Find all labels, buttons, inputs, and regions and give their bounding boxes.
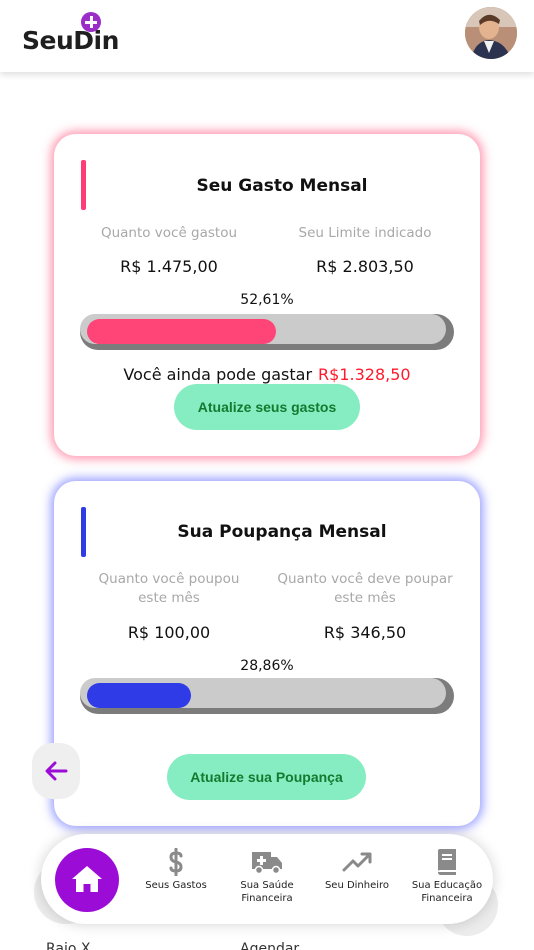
saved-label: Quanto você poupou este mês <box>98 571 240 606</box>
update-savings-button[interactable]: Atualize sua Poupança <box>167 754 366 800</box>
background-item-label: Raio X <box>46 941 91 950</box>
savings-progress-bar <box>80 678 454 714</box>
top-header: SeuDin <box>0 0 534 72</box>
nav-label: Seu Dinheiro <box>324 880 390 891</box>
nav-item-educacao-financeira[interactable]: Sua Educação Financeira <box>401 848 493 905</box>
remaining-text: Você ainda pode gastar R$1.328,50 <box>54 365 480 384</box>
savings-percent: 28,86% <box>240 658 294 674</box>
dollar-icon <box>169 848 183 876</box>
nav-item-seu-dinheiro[interactable]: Seu Dinheiro <box>311 848 403 893</box>
nav-label: Sua Educação Financeira <box>411 880 483 904</box>
nav-label: Seus Gastos <box>145 880 207 891</box>
trend-up-icon <box>342 852 372 872</box>
plus-icon <box>81 12 101 32</box>
update-spending-button[interactable]: Atualize seus gastos <box>174 384 360 430</box>
nav-item-saude-financeira[interactable]: Sua Saúde Financeira <box>221 848 313 905</box>
monthly-savings-card: Sua Poupança Mensal Quanto você poupou e… <box>54 481 480 826</box>
limit-label: Seu Limite indicado <box>298 225 432 241</box>
target-label: Quanto você deve poupar este mês <box>277 571 453 606</box>
back-button[interactable] <box>32 743 80 799</box>
logo-text: SeuDin <box>22 26 119 55</box>
nav-home-button[interactable] <box>55 848 119 912</box>
book-icon <box>438 849 456 875</box>
remaining-amount: R$1.328,50 <box>318 365 411 384</box>
avatar-photo <box>465 7 517 59</box>
limit-value: R$ 2.803,50 <box>316 257 414 276</box>
progress-fill <box>87 683 191 708</box>
spend-percent: 52,61% <box>240 292 294 308</box>
spent-value: R$ 1.475,00 <box>120 257 218 276</box>
saved-value: R$ 100,00 <box>127 623 211 642</box>
spent-label: Quanto você gastou <box>100 225 238 241</box>
remaining-label: Você ainda pode gastar <box>123 365 313 384</box>
nav-label: Sua Saúde Financeira <box>240 880 294 904</box>
monthly-spend-card: Seu Gasto Mensal Quanto você gastou R$ 1… <box>54 134 480 456</box>
seudin-logo[interactable]: SeuDin <box>22 12 122 58</box>
arrow-left-icon <box>45 761 68 781</box>
bottom-nav: Seus Gastos Sua Saúde Financeira Seu Din… <box>41 834 493 924</box>
home-icon <box>72 866 102 892</box>
ambulance-icon <box>252 852 282 875</box>
target-value: R$ 346,50 <box>323 623 407 642</box>
background-item-label: Agendar <box>240 941 300 950</box>
spend-progress-bar <box>80 314 454 350</box>
card-title: Seu Gasto Mensal <box>196 176 368 196</box>
app-screen: SeuDin Seu Gasto Mensal Quanto você gast… <box>0 0 534 950</box>
nav-item-seus-gastos[interactable]: Seus Gastos <box>130 848 222 893</box>
progress-fill <box>87 319 276 344</box>
card-title: Sua Poupança Mensal <box>177 522 387 542</box>
avatar[interactable] <box>465 7 517 59</box>
